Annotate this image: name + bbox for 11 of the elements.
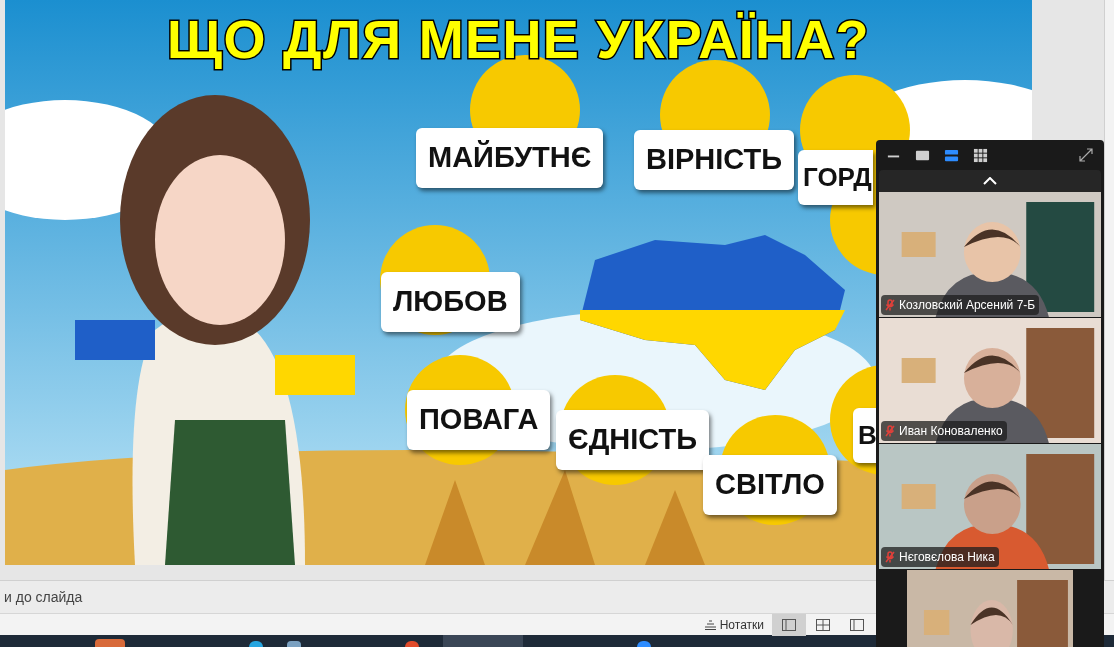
- notes-button[interactable]: Нотатки: [696, 614, 772, 635]
- normal-view-icon[interactable]: [772, 613, 806, 636]
- expand-icon[interactable]: [1078, 147, 1094, 163]
- taskbar-icon[interactable]: [287, 641, 301, 647]
- taskbar-icon[interactable]: [405, 641, 419, 647]
- notes-icon: [704, 619, 716, 630]
- taskbar-icon[interactable]: [95, 639, 125, 647]
- scrollbar[interactable]: [1104, 0, 1114, 580]
- taskbar-icon[interactable]: [637, 641, 651, 647]
- notes-text: и до слайда: [3, 587, 83, 607]
- taskbar-icon[interactable]: [249, 641, 263, 647]
